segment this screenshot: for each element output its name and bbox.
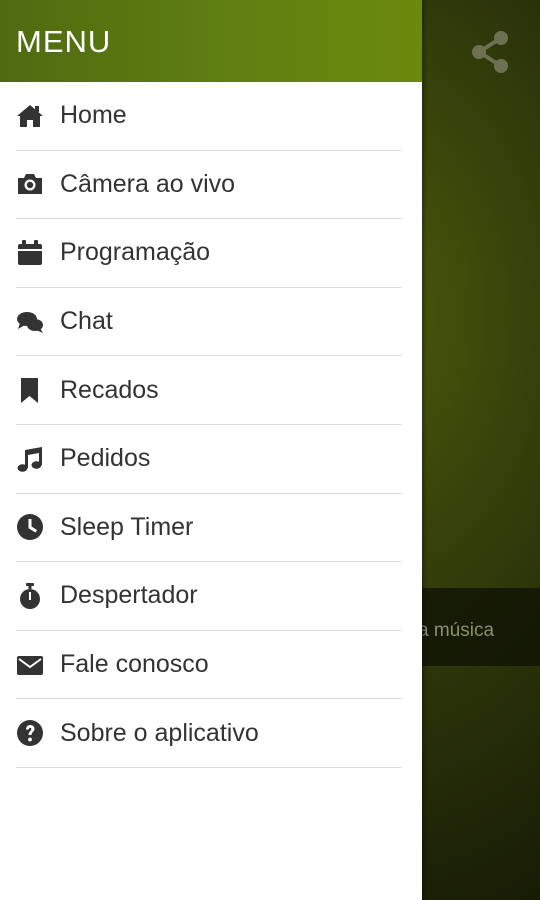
- help-icon: [16, 718, 46, 748]
- share-button[interactable]: [468, 30, 512, 78]
- home-icon: [16, 101, 46, 131]
- menu-item-alarm[interactable]: Despertador: [16, 562, 402, 631]
- menu-item-camera[interactable]: Câmera ao vivo: [16, 151, 402, 220]
- menu-label-sleep-timer: Sleep Timer: [60, 512, 194, 541]
- calendar-icon: [16, 238, 46, 268]
- stopwatch-icon: [16, 581, 46, 611]
- music-icon: [16, 444, 46, 474]
- drawer-header: MENU: [0, 0, 422, 82]
- drawer-title: MENU: [16, 24, 112, 59]
- menu-label-about: Sobre o aplicativo: [60, 718, 259, 747]
- menu-label-camera: Câmera ao vivo: [60, 169, 236, 198]
- envelope-icon: [16, 650, 46, 680]
- menu-label-messages: Recados: [60, 375, 159, 404]
- menu-item-home[interactable]: Home: [16, 82, 402, 151]
- menu-item-messages[interactable]: Recados: [16, 356, 402, 425]
- bookmark-icon: [16, 375, 46, 405]
- camera-icon: [16, 169, 46, 199]
- menu-label-home: Home: [60, 101, 127, 130]
- menu-label-alarm: Despertador: [60, 581, 198, 610]
- menu-item-requests[interactable]: Pedidos: [16, 425, 402, 494]
- menu-label-chat: Chat: [60, 307, 113, 336]
- menu-item-chat[interactable]: Chat: [16, 288, 402, 357]
- share-icon: [470, 30, 510, 79]
- menu-item-schedule[interactable]: Programação: [16, 219, 402, 288]
- clock-icon: [16, 512, 46, 542]
- menu-item-sleep-timer[interactable]: Sleep Timer: [16, 494, 402, 563]
- now-playing-text: a música: [418, 620, 495, 641]
- menu-item-about[interactable]: Sobre o aplicativo: [16, 699, 402, 768]
- menu-label-schedule: Programação: [60, 238, 211, 267]
- navigation-drawer: MENU Home Câmera ao vivo Programação Cha…: [0, 0, 422, 900]
- menu-list: Home Câmera ao vivo Programação Chat Rec…: [0, 82, 422, 768]
- menu-label-requests: Pedidos: [60, 444, 151, 473]
- menu-item-contact[interactable]: Fale conosco: [16, 631, 402, 700]
- chat-icon: [16, 307, 46, 337]
- menu-label-contact: Fale conosco: [60, 650, 209, 679]
